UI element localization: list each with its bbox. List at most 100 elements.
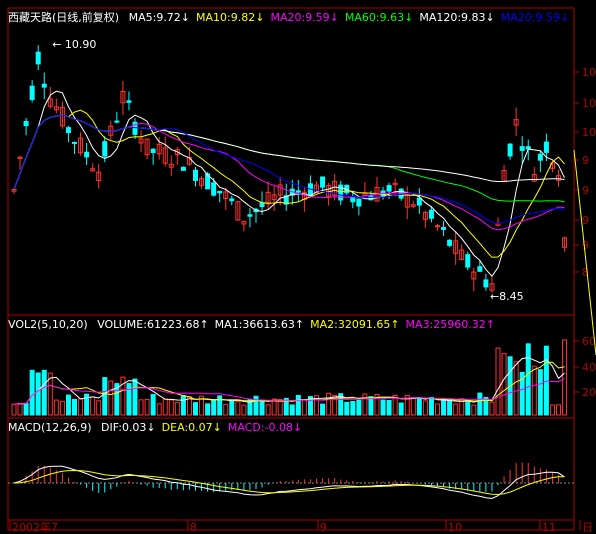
price-axis-label: 9 bbox=[582, 154, 589, 167]
stock-chart: 101010999986040202002年7 8 9 10 11 日← 10.90←8.… bbox=[7, 7, 596, 534]
volume-bar bbox=[211, 399, 217, 416]
candle-body bbox=[247, 214, 253, 217]
candle-body bbox=[23, 120, 29, 127]
volume-bar bbox=[35, 372, 41, 416]
volume-bar bbox=[29, 369, 35, 416]
volume-bar bbox=[362, 393, 368, 416]
volume-bar bbox=[435, 403, 440, 416]
volume-bar bbox=[17, 402, 23, 416]
volume-bar bbox=[344, 401, 350, 416]
volume-bar bbox=[72, 398, 77, 416]
volume-bar bbox=[422, 400, 428, 416]
projection-line bbox=[573, 149, 596, 356]
candle-body bbox=[35, 51, 41, 65]
volume-bar bbox=[168, 399, 174, 416]
candle-body bbox=[386, 185, 392, 192]
volume-bar bbox=[259, 400, 265, 416]
volume-bar bbox=[428, 396, 434, 416]
candle-body bbox=[525, 146, 531, 150]
x-axis-label: 2002年7 bbox=[12, 520, 58, 534]
candle-body bbox=[65, 127, 71, 134]
high-annotation: ← 10.90 bbox=[52, 38, 96, 51]
volume-bar bbox=[132, 378, 138, 416]
volume-bar bbox=[78, 398, 84, 416]
volume-bar bbox=[386, 399, 392, 416]
volume-bar bbox=[301, 399, 307, 416]
candle-body bbox=[537, 153, 543, 161]
volume-bar bbox=[356, 399, 362, 416]
volume-bar bbox=[295, 394, 301, 416]
candle-body bbox=[519, 146, 525, 151]
volume-bar bbox=[59, 400, 65, 416]
volume-bar bbox=[453, 403, 459, 416]
x-axis-label: 9 bbox=[320, 521, 327, 534]
volume-bar bbox=[138, 399, 144, 416]
volume-bar bbox=[277, 399, 283, 416]
candle-body bbox=[126, 100, 132, 103]
volume-bar bbox=[513, 361, 519, 416]
volume-bar bbox=[53, 399, 59, 416]
ma10-line bbox=[13, 109, 565, 258]
candle-body bbox=[441, 227, 447, 230]
candle-body bbox=[320, 176, 326, 188]
price-axis-label: 10 bbox=[582, 126, 596, 139]
price-axis-label: 10 bbox=[582, 66, 596, 79]
candle-body bbox=[435, 225, 440, 228]
volume-bar bbox=[537, 369, 543, 416]
volume-bar bbox=[90, 396, 96, 416]
candle-body bbox=[259, 202, 265, 208]
volume-bar bbox=[205, 403, 211, 416]
volume-bar bbox=[126, 383, 132, 416]
price-axis-label: 9 bbox=[582, 184, 589, 197]
volume-bar bbox=[223, 403, 229, 416]
candle-body bbox=[295, 190, 301, 193]
volume-bar bbox=[150, 393, 156, 416]
candle-body bbox=[193, 169, 198, 181]
volume-bar bbox=[471, 404, 477, 416]
candle-body bbox=[416, 197, 422, 206]
price-axis-label: 9 bbox=[582, 239, 589, 252]
candle-body bbox=[211, 182, 217, 196]
candle-body bbox=[180, 166, 186, 171]
volume-bar bbox=[96, 400, 102, 416]
candle-body bbox=[102, 141, 108, 157]
candle-body bbox=[84, 151, 90, 158]
candle-body bbox=[114, 120, 120, 123]
volume-bar bbox=[531, 365, 537, 416]
chart-frame bbox=[7, 7, 575, 531]
volume-bar bbox=[65, 394, 71, 416]
volume-bar bbox=[271, 398, 277, 416]
ma5-line bbox=[13, 90, 565, 278]
candle-body bbox=[72, 141, 77, 144]
candle-body bbox=[150, 148, 156, 154]
volume-bar bbox=[11, 403, 17, 416]
volume-bar bbox=[416, 397, 422, 416]
volume-bar bbox=[41, 369, 47, 416]
volume-bar bbox=[108, 380, 114, 416]
volume-bar bbox=[144, 398, 150, 416]
volume-bar bbox=[289, 404, 295, 416]
price-axis-label: 10 bbox=[582, 97, 596, 110]
volume-bar bbox=[398, 402, 404, 416]
volume-bar bbox=[556, 404, 561, 416]
x-axis-label: 11 bbox=[542, 521, 556, 534]
volume-bar bbox=[102, 377, 108, 416]
volume-bar bbox=[23, 402, 29, 416]
candle-body bbox=[29, 85, 35, 100]
low-annotation: ←8.45 bbox=[490, 290, 524, 303]
candle-body bbox=[229, 198, 235, 202]
volume-bar bbox=[495, 347, 501, 416]
volume-bar bbox=[465, 401, 471, 416]
volume-bar bbox=[410, 397, 416, 416]
candle-body bbox=[447, 239, 453, 246]
volume-bar bbox=[350, 400, 356, 416]
candle-body bbox=[507, 143, 513, 157]
volume-bar bbox=[235, 401, 241, 416]
x-axis-label: 10 bbox=[448, 521, 462, 534]
volume-bar bbox=[380, 399, 386, 416]
volume-axis-label: 20 bbox=[582, 386, 596, 399]
volume-bar bbox=[320, 403, 326, 416]
ma20-blue-line bbox=[13, 114, 565, 225]
candle-body bbox=[477, 266, 483, 272]
candle-body bbox=[41, 83, 47, 88]
